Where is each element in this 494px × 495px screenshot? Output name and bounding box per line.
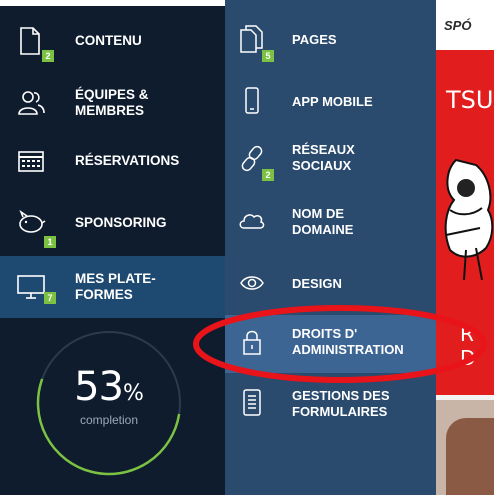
sponsoring-badge: 1	[44, 236, 56, 248]
submenu-item-label: RÉSEAUX SOCIAUX	[292, 142, 355, 173]
contenu-badge: 2	[42, 50, 54, 62]
submenu-item-design[interactable]: DESIGN	[225, 254, 436, 312]
sidebar-item-equipes-membres[interactable]: ÉQUIPES & MEMBRES	[0, 72, 225, 134]
sidebar-item-label: SPONSORING	[75, 215, 167, 230]
main-sidebar: 2 CONTENU ÉQUIPES & MEMBRES RÉSERVATIONS	[0, 6, 225, 495]
submenu-item-gestions-formulaires[interactable]: GESTIONS DES FORMULAIRES	[225, 376, 436, 434]
submenu-item-label: APP MOBILE	[292, 94, 373, 109]
mobile-phone-icon	[245, 87, 259, 114]
sidebar-item-label: CONTENU	[75, 33, 142, 48]
plateformes-badge: 7	[44, 292, 56, 304]
sidebar-item-sponsoring[interactable]: 1 SPONSORING	[0, 192, 225, 254]
piggy-bank-icon	[19, 209, 46, 233]
poster-bottom-fragment: R D	[460, 322, 478, 370]
percent-sign: %	[123, 381, 144, 406]
submenu-item-label: GESTIONS DES FORMULAIRES	[292, 388, 390, 419]
poster-photo-hand	[446, 418, 494, 495]
reseaux-badge: 2	[262, 169, 274, 181]
eye-icon	[240, 276, 264, 290]
completion-label: completion	[79, 413, 139, 427]
cloud-icon	[239, 214, 265, 229]
submenu-item-label: NOM DE DOMAINE	[292, 206, 354, 237]
sidebar-item-label: ÉQUIPES & MEMBRES	[75, 87, 149, 118]
sidebar-item-label: RÉSERVATIONS	[75, 153, 180, 168]
completion-gauge: 53% completion	[34, 328, 184, 478]
monitor-icon	[17, 275, 45, 299]
submenu-item-label: DROITS D' ADMINISTRATION	[292, 326, 404, 357]
submenu-item-label: DESIGN	[292, 276, 342, 291]
calendar-icon	[18, 151, 44, 172]
submenu-panel: 5 PAGES APP MOBILE 2 RÉSEAUX SOCIAUX NOM…	[225, 0, 436, 495]
submenu-item-droits-administration[interactable]: DROITS D' ADMINISTRATION	[225, 315, 436, 373]
form-list-icon	[243, 389, 261, 416]
background-poster: SPÓ TSU R D	[436, 0, 494, 495]
sidebar-item-reservations[interactable]: RÉSERVATIONS	[0, 130, 225, 192]
submenu-item-reseaux-sociaux[interactable]: 2 RÉSEAUX SOCIAUX	[225, 130, 436, 188]
submenu-item-nom-de-domaine[interactable]: NOM DE DOMAINE	[225, 194, 436, 252]
completion-value: 53%	[34, 364, 184, 410]
people-icon	[18, 91, 45, 115]
submenu-item-label: PAGES	[292, 32, 337, 47]
poster-sponsor-text: SPÓ	[444, 18, 472, 33]
sidebar-item-label: MES PLATE-FORMES	[75, 271, 156, 302]
submenu-item-app-mobile[interactable]: APP MOBILE	[225, 70, 436, 128]
pages-badge: 5	[262, 50, 274, 62]
poster-title-fragment: TSU	[446, 86, 494, 114]
lock-icon	[243, 330, 261, 355]
sidebar-item-contenu[interactable]: 2 CONTENU	[0, 10, 225, 72]
poster-illustration	[444, 158, 494, 281]
sidebar-item-mes-plate-formes[interactable]: 7 MES PLATE-FORMES	[0, 256, 225, 318]
submenu-item-pages[interactable]: 5 PAGES	[225, 12, 436, 70]
completion-number: 53	[74, 364, 124, 410]
